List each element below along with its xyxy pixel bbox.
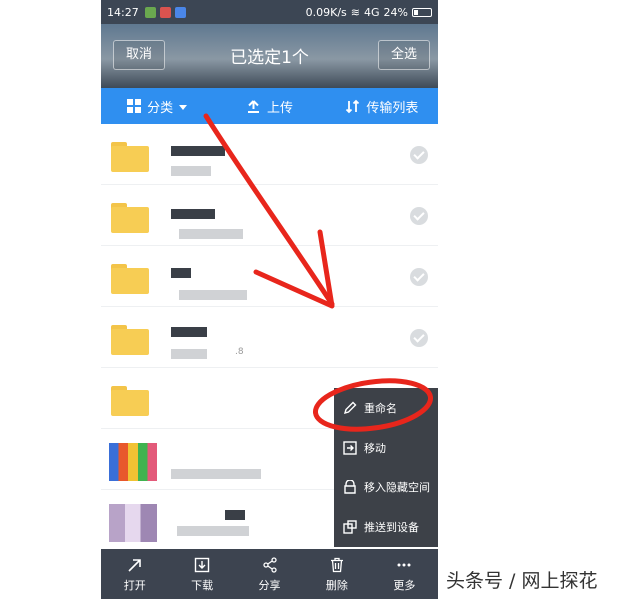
download-icon (193, 556, 211, 574)
battery-percent: 24% (383, 5, 408, 19)
upload-icon (247, 99, 259, 113)
menu-item-label: 移动 (364, 441, 386, 455)
download-label: 下载 (191, 578, 214, 592)
network-speed: 0.09K/s (305, 5, 347, 19)
battery-icon (412, 7, 432, 17)
blurred-details (179, 229, 243, 239)
transfer-icon (346, 99, 360, 113)
folder-icon (111, 142, 149, 172)
status-time: 14:27 (107, 5, 139, 19)
more-button[interactable]: 更多 (371, 549, 438, 599)
blurred-filename (171, 209, 215, 219)
share-icon (261, 556, 279, 574)
bottom-action-bar: 打开 下载 分享 删除 更多 (101, 549, 438, 599)
open-label: 打开 (123, 578, 146, 592)
blurred-details (171, 166, 211, 176)
share-button[interactable]: 分享 (236, 549, 303, 599)
select-all-button[interactable]: 全选 (377, 40, 430, 70)
blurred-filename (171, 268, 191, 278)
more-label: 更多 (393, 578, 416, 592)
wifi-icon: ≋ (350, 5, 361, 19)
tab-upload-label: 上传 (266, 100, 293, 116)
blurred-details (177, 526, 249, 536)
list-item[interactable] (101, 185, 438, 246)
list-item[interactable]: .8 (101, 307, 438, 368)
tab-category[interactable]: 分类 (101, 88, 213, 124)
menu-item-rename[interactable]: 重命名 (334, 388, 438, 428)
move-icon (342, 440, 358, 456)
delete-button[interactable]: 删除 (303, 549, 370, 599)
image-thumbnail (109, 504, 157, 542)
open-arrow-icon (126, 556, 144, 574)
folder-icon (111, 386, 149, 416)
blurred-details (171, 469, 261, 479)
more-icon (395, 556, 413, 574)
blurred-filename (171, 327, 207, 337)
phone-screen: 14:27 0.09K/s ≋ 4G 24% 取消 已选定1个 全选 分类 上传… (101, 0, 438, 599)
watermark: 头条号 / 网上探花 (446, 570, 598, 592)
tab-transfer-list-label: 传输列表 (366, 100, 419, 116)
hidden-lock-icon (342, 479, 358, 495)
open-button[interactable]: 打开 (101, 549, 168, 599)
menu-item-label: 重命名 (364, 401, 397, 415)
status-right: 0.09K/s ≋ 4G 24% (306, 6, 432, 19)
status-bar: 14:27 0.09K/s ≋ 4G 24% (101, 0, 438, 24)
tab-transfer-list[interactable]: 传输列表 (326, 88, 438, 124)
news-notification-icon (159, 6, 171, 18)
menu-item-label: 移入隐藏空间 (364, 481, 430, 495)
share-label: 分享 (258, 578, 281, 592)
tab-upload[interactable]: 上传 (213, 88, 325, 124)
menu-item-move[interactable]: 移动 (334, 428, 438, 468)
folder-icon (111, 325, 149, 355)
list-item[interactable] (101, 124, 438, 185)
folder-icon (111, 203, 149, 233)
grid-icon (127, 99, 142, 113)
battery-fill (414, 9, 418, 15)
blurred-details (179, 290, 247, 300)
blurred-filename (225, 510, 245, 520)
caret-down-icon (179, 105, 188, 110)
blurred-details (171, 349, 207, 359)
tab-bar: 分类 上传 传输列表 (101, 88, 438, 124)
more-actions-menu: 重命名 移动 移入隐藏空间 推送到设备 (334, 388, 438, 547)
blurred-filename (171, 146, 225, 156)
folder-icon (111, 264, 149, 294)
push-device-icon (342, 519, 358, 535)
download-button[interactable]: 下载 (168, 549, 235, 599)
pencil-icon (342, 400, 358, 416)
tab-category-label: 分类 (147, 100, 174, 116)
message-notification-icon (174, 6, 186, 18)
selection-header: 取消 已选定1个 全选 (101, 24, 438, 88)
select-checkbox[interactable] (410, 207, 428, 225)
select-checkbox[interactable] (410, 268, 428, 286)
partial-size-text: .8 (235, 347, 244, 357)
menu-item-hidden-space[interactable]: 移入隐藏空间 (334, 468, 438, 508)
network-type: 4G (364, 5, 380, 19)
trash-icon (328, 556, 346, 574)
list-item[interactable] (101, 246, 438, 307)
screenshot-page: 14:27 0.09K/s ≋ 4G 24% 取消 已选定1个 全选 分类 上传… (0, 0, 640, 599)
delete-label: 删除 (325, 578, 348, 592)
app-notification-icon (144, 6, 156, 18)
select-checkbox[interactable] (410, 329, 428, 347)
menu-item-push-device[interactable]: 推送到设备 (334, 507, 438, 547)
menu-item-label: 推送到设备 (364, 521, 419, 535)
image-thumbnail (109, 443, 157, 481)
select-checkbox[interactable] (410, 146, 428, 164)
